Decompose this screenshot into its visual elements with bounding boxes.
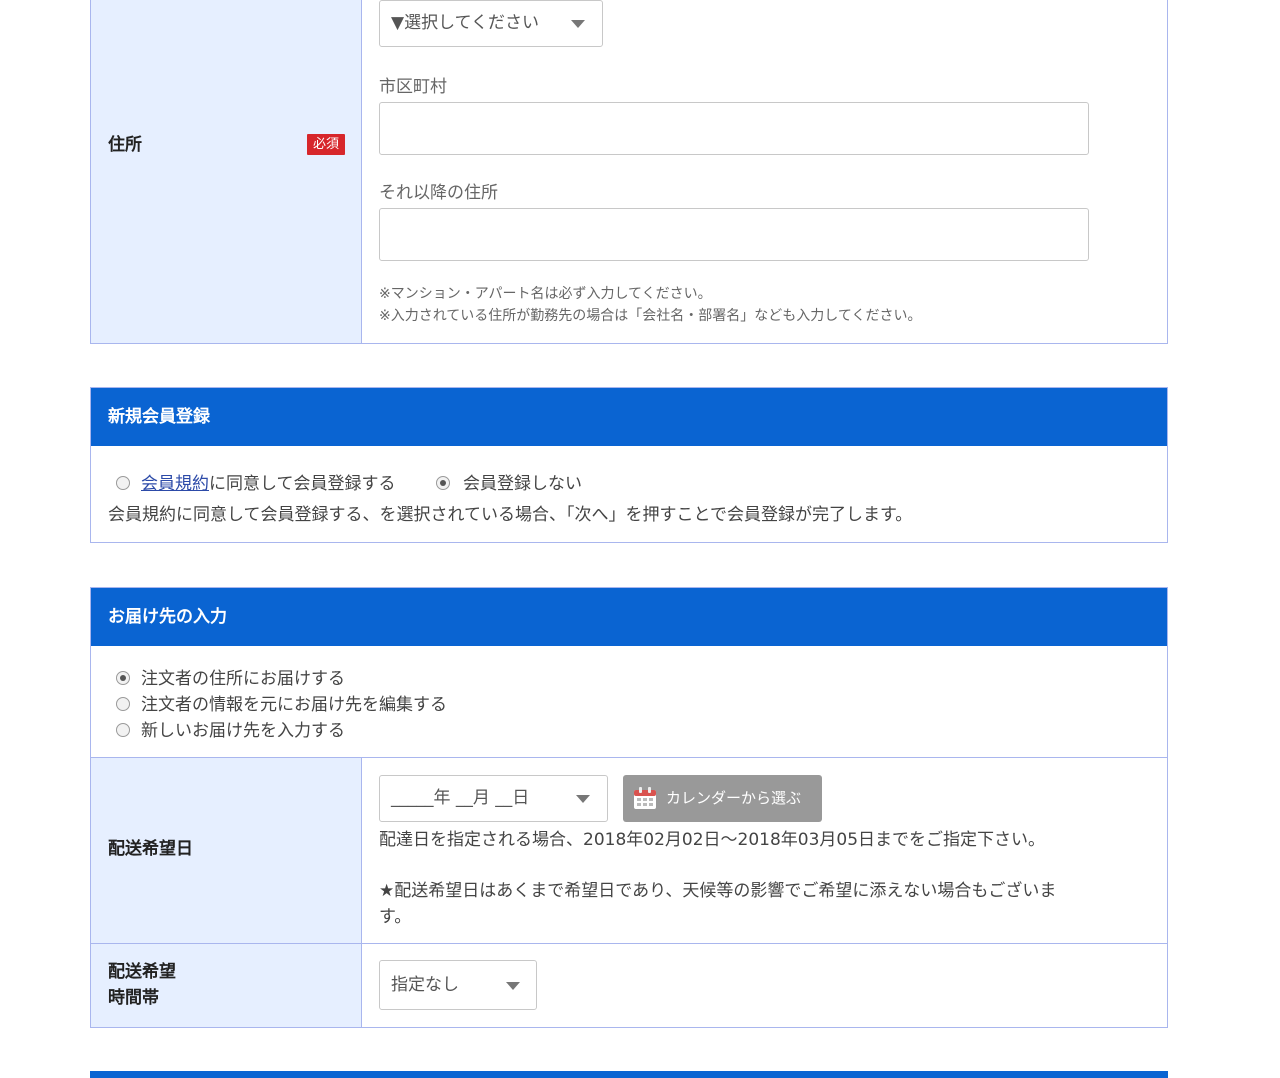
delivery-date-row: 配送希望日 _____年 __月 __日 カレンダーから選ぶ 配達日を指定される…: [91, 757, 1167, 943]
delivery-date-warning: ★配送希望日はあくまで希望日であり、天候等の影響でご希望に添えない場合もございま: [379, 881, 1057, 901]
membership-header: 新規会員登録: [91, 388, 1167, 446]
city-label: 市区町村: [379, 77, 447, 97]
membership-body: 会員規約に同意して会員登録する 会員登録しない 会員規約に同意して会員登録する、…: [91, 446, 1167, 542]
delivery-date-label: 配送希望日: [108, 839, 193, 859]
chevron-down-icon: [571, 20, 585, 28]
prefecture-select[interactable]: ▼選択してください: [379, 0, 603, 47]
register-option-text: に同意して会員登録する: [209, 474, 396, 494]
delivery-table: お届け先の入力 注文者の住所にお届けする 注文者の情報を元にお届け先を編集する …: [90, 587, 1168, 1028]
address-label-cell: 住所 必須: [91, 0, 362, 343]
delivery-time-input-cell: 指定なし: [362, 944, 1167, 1027]
delivery-time-label-cell: 配送希望 時間帯: [91, 944, 362, 1027]
delivery-time-row: 配送希望 時間帯 指定なし: [91, 943, 1167, 1027]
address-notes: ※マンション・アパート名は必ず入力してください。 ※入力されている住所が勤務先の…: [379, 283, 921, 327]
required-badge: 必須: [307, 134, 345, 155]
delivery-date-warning-cont: す。: [379, 907, 412, 927]
address-label: 住所: [108, 135, 142, 155]
delivery-time-select[interactable]: 指定なし: [379, 960, 537, 1010]
delivery-options: 注文者の住所にお届けする 注文者の情報を元にお届け先を編集する 新しいお届け先を…: [91, 646, 1167, 757]
delivery-time-select-value: 指定なし: [391, 975, 459, 995]
rest-address-input[interactable]: [379, 208, 1089, 261]
membership-note: 会員規約に同意して会員登録する、を選択されている場合、「次へ」を押すことで会員登…: [108, 505, 913, 525]
chevron-down-icon: [576, 795, 590, 803]
address-input-cell: ▼選択してください 市区町村 それ以降の住所 ※マンション・アパート名は必ず入力…: [362, 0, 1167, 343]
address-note: ※マンション・アパート名は必ず入力してください。: [379, 286, 712, 302]
prefecture-select-value: ▼選択してください: [391, 13, 540, 33]
no-register-option-label[interactable]: 会員登録しない: [463, 469, 582, 494]
radio-delivery-option[interactable]: [116, 723, 130, 737]
delivery-date-label-cell: 配送希望日: [91, 758, 362, 943]
address-note: ※入力されている住所が勤務先の場合は「会社名・部署名」なども入力してください。: [379, 308, 922, 324]
city-input[interactable]: [379, 102, 1089, 155]
rest-address-label: それ以降の住所: [379, 183, 498, 203]
delivery-date-input-cell: _____年 __月 __日 カレンダーから選ぶ 配達日を指定される場合、201…: [362, 758, 1167, 943]
delivery-header: お届け先の入力: [91, 588, 1167, 646]
calendar-button-label: カレンダーから選ぶ: [666, 789, 802, 807]
delivery-date-select-value: _____年 __月 __日: [391, 788, 530, 808]
calendar-icon: [634, 787, 656, 809]
delivery-option-label[interactable]: 注文者の住所にお届けする: [141, 664, 345, 689]
delivery-time-label-1: 配送希望: [108, 962, 176, 982]
address-table: 住所 必須 ▼選択してください 市区町村 それ以降の住所 ※マンション・アパート…: [90, 0, 1168, 344]
calendar-button[interactable]: カレンダーから選ぶ: [623, 775, 822, 822]
delivery-option-label[interactable]: 注文者の情報を元にお届け先を編集する: [141, 690, 447, 715]
delivery-option-label[interactable]: 新しいお届け先を入力する: [141, 716, 345, 741]
register-option-label[interactable]: 会員規約に同意して会員登録する: [141, 469, 396, 494]
radio-no-register[interactable]: [436, 476, 450, 490]
delivery-date-note: 配達日を指定される場合、2018年02月02日〜2018年03月05日までをご指…: [379, 830, 1046, 850]
terms-link[interactable]: 会員規約: [141, 474, 209, 494]
address-row: 住所 必須 ▼選択してください 市区町村 それ以降の住所 ※マンション・アパート…: [91, 0, 1167, 343]
delivery-time-label-2: 時間帯: [108, 988, 159, 1008]
radio-register[interactable]: [116, 476, 130, 490]
chevron-down-icon: [506, 982, 520, 990]
delivery-date-select[interactable]: _____年 __月 __日: [379, 775, 608, 822]
radio-delivery-option[interactable]: [116, 697, 130, 711]
radio-delivery-option[interactable]: [116, 671, 130, 685]
next-section-header: [90, 1071, 1168, 1078]
membership-table: 新規会員登録 会員規約に同意して会員登録する 会員登録しない 会員規約に同意して…: [90, 387, 1168, 543]
